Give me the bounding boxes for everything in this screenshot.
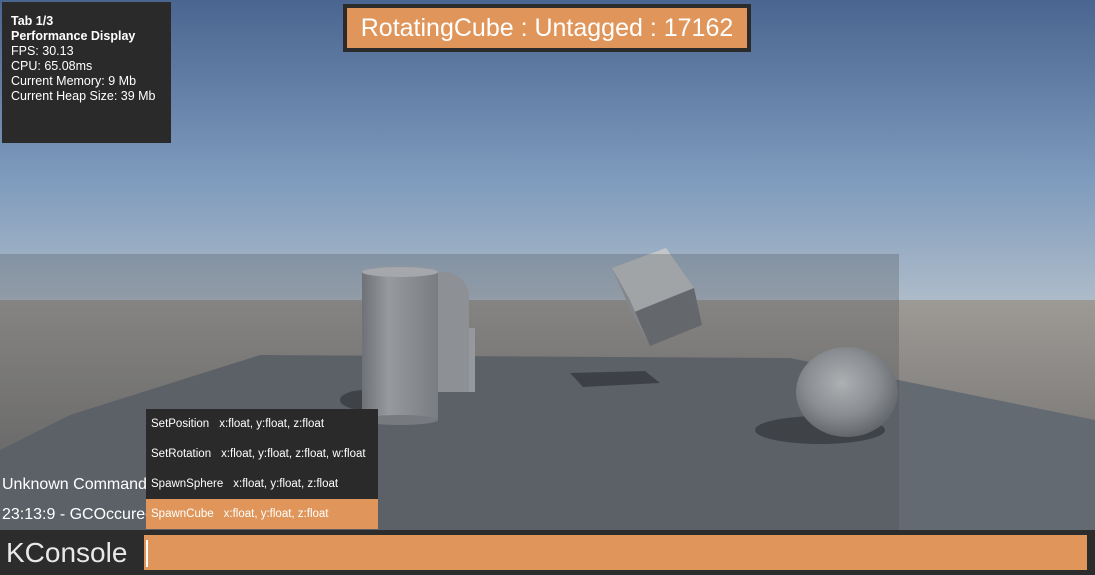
command-suggestions: SetPosition x:float, y:float, z:float Se… (146, 409, 378, 529)
performance-panel: Tab 1/3 Performance Display FPS: 30.13 C… (2, 2, 171, 143)
console-label: KConsole (6, 537, 128, 568)
log-line: Unknown Command (2, 476, 147, 493)
suggestion-args: x:float, y:float, z:float (223, 508, 329, 520)
perf-title: Performance Display (11, 29, 136, 43)
memory-readout: Current Memory: 9 Mb (11, 74, 137, 88)
suggestion-name: SetRotation (151, 448, 212, 460)
suggestion-name: SpawnSphere (151, 478, 224, 490)
suggestion-args: x:float, y:float, z:float (219, 418, 325, 430)
suggestion-args: x:float, y:float, z:float (233, 478, 339, 490)
suggestion-setrotation[interactable]: SetRotation x:float, y:float, z:float, w… (146, 439, 378, 469)
log-line: 23:13:9 - GCOccured (2, 506, 155, 523)
selected-object-banner: RotatingCube : Untagged : 17162 (343, 4, 751, 52)
text-caret (146, 540, 148, 567)
heap-readout: Current Heap Size: 39 Mb (11, 89, 156, 103)
suggestion-args: x:float, y:float, z:float, w:float (221, 448, 366, 460)
cpu-readout: CPU: 65.08ms (11, 59, 93, 73)
perf-tab-indicator: Tab 1/3 (11, 14, 54, 28)
suggestion-setposition[interactable]: SetPosition x:float, y:float, z:float (146, 409, 378, 439)
console-bar: KConsole (0, 530, 1095, 575)
suggestion-spawncube[interactable]: SpawnCube x:float, y:float, z:float (146, 499, 378, 529)
selected-object-label: RotatingCube : Untagged : 17162 (347, 8, 747, 48)
suggestion-name: SetPosition (151, 418, 210, 430)
suggestion-spawnsphere[interactable]: SpawnSphere x:float, y:float, z:float (146, 469, 378, 499)
suggestion-name: SpawnCube (151, 508, 214, 520)
console-input[interactable] (144, 535, 1087, 570)
fps-readout: FPS: 30.13 (11, 44, 74, 58)
